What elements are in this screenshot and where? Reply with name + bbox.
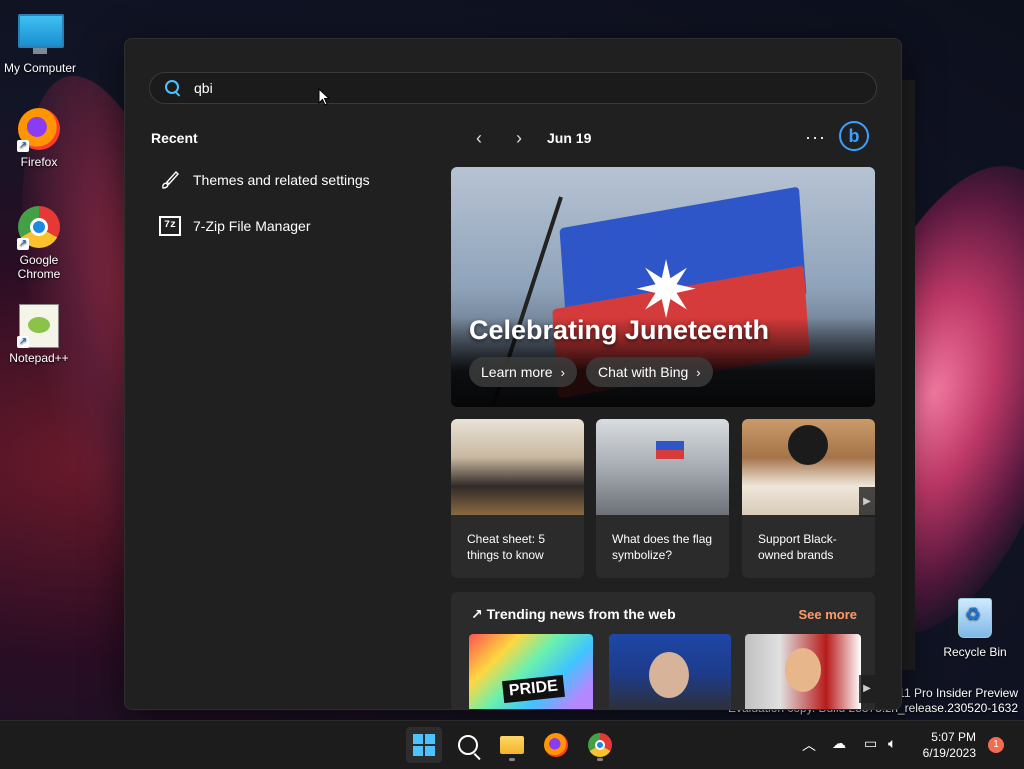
card-text: What does the flag symbolize? (612, 532, 713, 562)
trending-title-text: Trending news from the web (486, 606, 676, 622)
news-card-flag[interactable]: What does the flag symbolize? (596, 419, 729, 578)
hero-card[interactable]: ✷ Celebrating Juneteenth Learn more › Cha… (451, 167, 875, 407)
volume-icon[interactable]: 🔈︎ (888, 735, 896, 752)
desktop-icon-firefox[interactable]: ↗ Firefox (0, 108, 79, 169)
chrome-icon (588, 733, 612, 757)
hero-title: Celebrating Juneteenth (469, 315, 770, 345)
chevron-up-icon[interactable]: ︿ (802, 735, 816, 755)
search-box[interactable] (149, 72, 877, 104)
taskbar-search-button[interactable] (450, 727, 486, 763)
learn-more-button[interactable]: Learn more › (469, 357, 577, 387)
card-image (596, 419, 729, 515)
trending-news-section: ↗ Trending news from the web See more PR… (451, 592, 875, 709)
desktop-icon-label: Recycle Bin (943, 645, 1007, 659)
desktop-icon-chrome[interactable]: ↗ Google Chrome (0, 206, 79, 281)
shortcut-arrow-icon: ↗ (17, 336, 29, 348)
news-card-cheat-sheet[interactable]: Cheat sheet: 5 things to know (451, 419, 584, 578)
7zip-badge: 7z (159, 216, 181, 236)
recycle-bin-icon (953, 598, 997, 642)
firefox-icon: ↗ (17, 108, 61, 152)
search-icon (164, 79, 182, 97)
clock-time: 5:07 PM (931, 730, 976, 744)
background-window-edge (900, 80, 915, 670)
card-text: Cheat sheet: 5 things to know (467, 532, 546, 562)
bing-icon[interactable]: b (839, 121, 869, 151)
trending-thumb-pride[interactable]: PRIDE (469, 634, 593, 709)
chevron-right-icon: › (696, 364, 701, 380)
clock-date: 6/19/2023 (922, 746, 976, 760)
monitor-icon (18, 14, 64, 58)
chrome-taskbar-button[interactable] (582, 727, 618, 763)
desktop-icon-recycle-bin[interactable]: Recycle Bin (935, 598, 1015, 659)
thumb-face (785, 648, 821, 692)
firefox-taskbar-button[interactable] (538, 727, 574, 763)
shortcut-arrow-icon: ↗ (17, 238, 29, 250)
pride-sign: PRIDE (502, 674, 565, 704)
trending-thumb-2[interactable] (609, 634, 731, 709)
brush-icon (159, 169, 181, 191)
watermark-line-1: s 11 Pro Insider Preview (888, 686, 1018, 700)
file-explorer-button[interactable] (494, 727, 530, 763)
chat-with-bing-label: Chat with Bing (598, 364, 689, 380)
recent-heading: Recent (151, 130, 198, 146)
news-card-brands[interactable]: Support Black-owned brands (742, 419, 875, 578)
see-more-link[interactable]: See more (798, 607, 857, 622)
notepadpp-icon: ↗ (17, 304, 61, 348)
trending-arrow-icon: ↗ (471, 606, 483, 622)
recent-item-label: Themes and related settings (193, 172, 370, 188)
network-icon[interactable]: ▭ (864, 735, 877, 752)
more-options-icon[interactable]: ··· (805, 127, 826, 148)
learn-more-label: Learn more (481, 364, 553, 380)
windows-icon (413, 734, 435, 756)
trending-thumb-3[interactable] (745, 634, 861, 709)
chevron-left-icon[interactable]: ‹ (459, 128, 499, 149)
card-image (451, 419, 584, 515)
chevron-right-icon: › (560, 364, 565, 380)
start-button[interactable] (406, 727, 442, 763)
desktop-icon-label: Google Chrome (17, 253, 61, 281)
taskbar: ︿ ☁ ▭ 🔈︎ 5:07 PM 6/19/2023 1 (0, 720, 1024, 769)
desktop-icon-my-computer[interactable]: My Computer (0, 10, 80, 75)
thumb-face (649, 652, 689, 698)
trending-next-icon[interactable]: ▶ (859, 675, 875, 703)
notification-badge[interactable]: 1 (988, 737, 1004, 753)
7zip-icon: 7z (159, 215, 181, 237)
recent-item-label: 7-Zip File Manager (193, 218, 311, 234)
desktop-icon-notepadpp[interactable]: ↗ Notepad++ (0, 304, 79, 365)
system-clock[interactable]: 5:07 PM 6/19/2023 (923, 729, 976, 761)
card-image (742, 419, 875, 515)
search-icon (458, 735, 478, 755)
firefox-icon (544, 733, 568, 757)
card-text: Support Black-owned brands (758, 532, 837, 562)
recent-item-7zip[interactable]: 7z 7-Zip File Manager (159, 212, 311, 240)
chat-with-bing-button[interactable]: Chat with Bing › (586, 357, 713, 387)
shortcut-arrow-icon: ↗ (17, 140, 29, 152)
search-input[interactable] (192, 79, 856, 97)
chrome-icon: ↗ (17, 206, 61, 250)
chevron-right-icon[interactable]: › (499, 128, 539, 149)
desktop-icon-label: Notepad++ (9, 351, 69, 365)
desktop-icon-label: My Computer (3, 61, 77, 75)
desktop-icon-label: Firefox (20, 155, 58, 169)
cards-next-icon[interactable]: ▶ (859, 487, 875, 517)
running-indicator (597, 758, 603, 761)
folder-icon (500, 736, 524, 754)
highlights-date: Jun 19 (547, 130, 592, 146)
mouse-cursor-icon (318, 88, 330, 106)
recent-item-themes[interactable]: Themes and related settings (159, 166, 370, 194)
running-indicator (509, 758, 515, 761)
onedrive-icon[interactable]: ☁ (832, 735, 846, 752)
highlights-nav: ‹ › Jun 19 (459, 127, 591, 149)
trending-title: ↗ Trending news from the web (471, 606, 676, 623)
search-panel: Recent Themes and related settings 7z 7-… (124, 38, 902, 710)
